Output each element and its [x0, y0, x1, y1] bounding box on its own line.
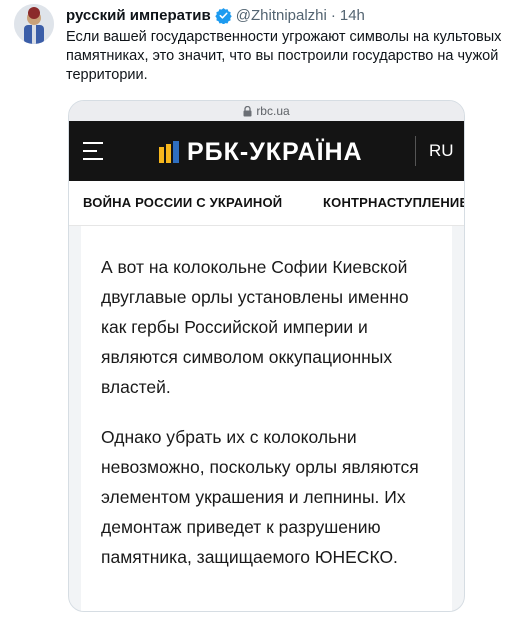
url-text: rbc.ua — [256, 104, 290, 118]
article-paragraph: Однако убрать их с колокольни невозможно… — [101, 427, 419, 567]
separator-dot: · — [330, 6, 336, 24]
brand-logo-icon — [159, 140, 179, 163]
brand-name: РБК-УКРАЇНА — [187, 138, 363, 166]
browser-url-bar: rbc.ua — [69, 101, 464, 121]
attached-image-card[interactable]: rbc.ua РБК-УКРАЇНА RU ВОЙНА РОССИИ С УКР… — [68, 100, 465, 612]
user-handle[interactable]: @Zhitnipalzhi — [236, 7, 327, 24]
category-strip: ВОЙНА РОССИИ С УКРАИНОЙ КОНТРНАСТУПЛЕНИЕ — [69, 181, 464, 226]
lock-icon — [243, 105, 252, 117]
site-nav-bar: РБК-УКРАЇНА RU — [69, 121, 464, 181]
hamburger-menu-icon[interactable] — [83, 142, 107, 160]
language-divider — [415, 136, 416, 166]
category-counteroffensive[interactable]: КОНТРНАСТУПЛЕНИЕ — [323, 195, 464, 210]
avatar-image — [14, 4, 54, 44]
display-name[interactable]: русский императив — [66, 7, 211, 24]
tweet-text: Если вашей государственности угрожают си… — [66, 29, 502, 83]
tweet-header: русский императив @Zhitnipalzhi · 14h — [66, 4, 526, 26]
category-war[interactable]: ВОЙНА РОССИИ С УКРАИНОЙ — [83, 195, 282, 210]
tweet-body: русский императив @Zhitnipalzhi · 14h Ес… — [66, 4, 526, 85]
tweet-timestamp[interactable]: 14h — [340, 7, 365, 24]
article-body: А вот на колокольне Софии Киевской двугл… — [81, 226, 452, 611]
site-logo[interactable]: РБК-УКРАЇНА — [159, 138, 363, 167]
language-switch[interactable]: RU — [429, 141, 454, 161]
article-paragraph: А вот на колокольне Софии Киевской двугл… — [101, 257, 409, 397]
verified-badge-icon — [215, 7, 232, 24]
avatar[interactable] — [14, 4, 54, 44]
